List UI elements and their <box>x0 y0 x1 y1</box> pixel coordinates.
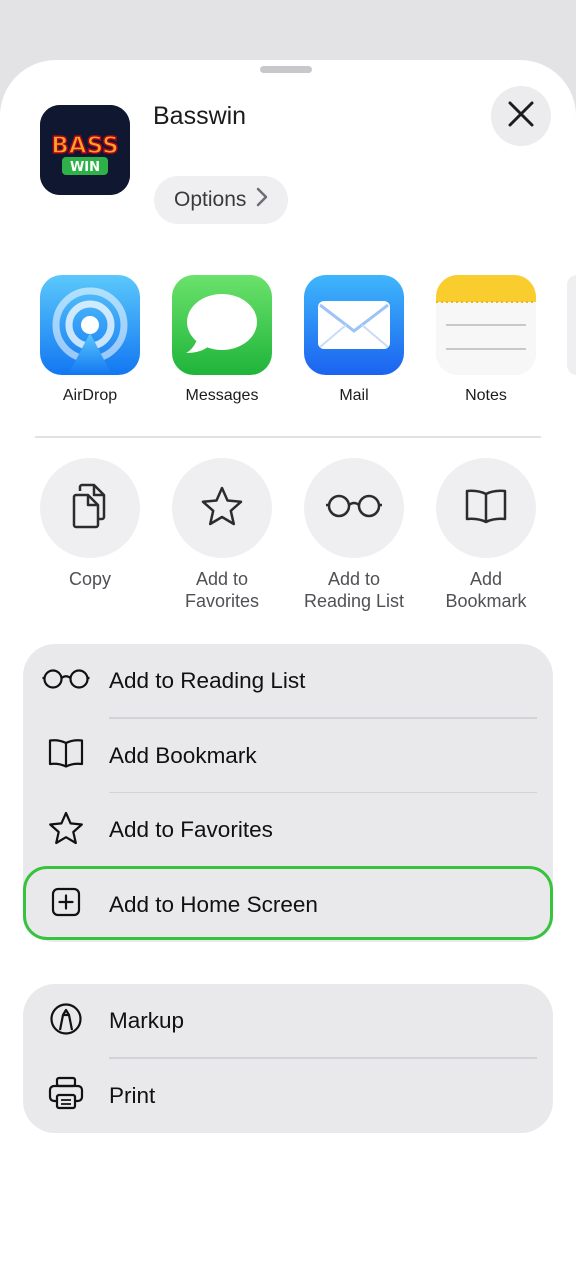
glasses-icon <box>42 668 90 695</box>
glasses-icon <box>325 493 383 524</box>
list-item-add-to-home-screen[interactable]: Add to Home Screen <box>23 868 553 943</box>
list-item-label: Print <box>109 1082 156 1108</box>
action-add-to-reading-list[interactable]: Add to Reading List <box>288 458 420 612</box>
action-copy[interactable]: Copy <box>24 458 156 590</box>
options-button[interactable]: Options <box>154 176 289 224</box>
svg-text:WIN: WIN <box>70 160 100 175</box>
action-label: Copy <box>68 569 112 589</box>
notes-icon <box>436 275 536 375</box>
app-notes[interactable]: Notes <box>436 275 536 405</box>
list-item-label: Add Bookmark <box>109 742 257 768</box>
list-item-label: Add to Favorites <box>109 817 273 843</box>
list-item-add-to-favorites[interactable]: Add to Favorites <box>23 793 553 868</box>
tools-list-group: Markup Print <box>23 984 553 1133</box>
action-label: Add to Favorites <box>184 569 260 611</box>
close-button[interactable] <box>491 86 551 146</box>
app-mail[interactable]: Mail <box>304 275 404 405</box>
divider <box>35 436 541 438</box>
markup-icon <box>49 1002 83 1041</box>
star-icon <box>200 485 244 532</box>
list-item-add-to-reading-list[interactable]: Add to Reading List <box>23 644 553 719</box>
action-circle <box>304 458 404 558</box>
chevron-right-icon <box>256 187 268 213</box>
app-label: Messages <box>185 387 259 404</box>
add-square-icon <box>51 887 81 922</box>
action-circle <box>436 458 536 558</box>
action-label: Add to Reading List <box>303 569 405 611</box>
action-add-to-favorites[interactable]: Add to Favorites <box>156 458 288 612</box>
svg-text:BASS: BASS <box>51 133 118 159</box>
list-item-add-bookmark[interactable]: Add Bookmark <box>23 719 553 793</box>
app-label: Notes <box>465 387 507 404</box>
list-item-label: Add to Reading List <box>109 668 306 694</box>
messages-icon <box>172 275 272 375</box>
share-sheet: BASS WIN Basswin Options AirDrop Message… <box>0 60 576 1280</box>
action-circle <box>172 458 272 558</box>
list-item-markup[interactable]: Markup <box>23 984 553 1059</box>
book-icon <box>48 738 84 773</box>
page-title: Basswin <box>153 102 247 130</box>
apps-row: AirDrop Messages Mail Notes <box>0 275 576 415</box>
options-label: Options <box>174 188 247 211</box>
copy-icon <box>70 483 110 534</box>
printer-icon <box>48 1076 84 1115</box>
book-icon <box>464 488 508 529</box>
mail-icon <box>304 275 404 375</box>
app-messages[interactable]: Messages <box>172 275 272 405</box>
action-circle <box>40 458 140 558</box>
list-item-label: Add to Home Screen <box>109 891 318 917</box>
close-icon <box>508 101 534 132</box>
sheet-grabber[interactable] <box>260 66 312 73</box>
actions-list-group: Add to Reading List Add Bookmark Add to … <box>23 644 553 942</box>
app-airdrop[interactable]: AirDrop <box>40 275 140 405</box>
list-item-print[interactable]: Print <box>23 1059 553 1134</box>
list-item-label: Markup <box>109 1008 185 1034</box>
action-label: Add Bookmark <box>445 569 527 611</box>
app-label: AirDrop <box>62 387 118 404</box>
action-add-bookmark[interactable]: Add Bookmark <box>420 458 552 612</box>
app-label: Mail <box>339 387 369 404</box>
app-more-partial[interactable] <box>567 275 576 375</box>
star-icon <box>48 811 84 850</box>
basswin-app-icon: BASS WIN <box>40 105 130 195</box>
airdrop-icon <box>40 275 140 375</box>
